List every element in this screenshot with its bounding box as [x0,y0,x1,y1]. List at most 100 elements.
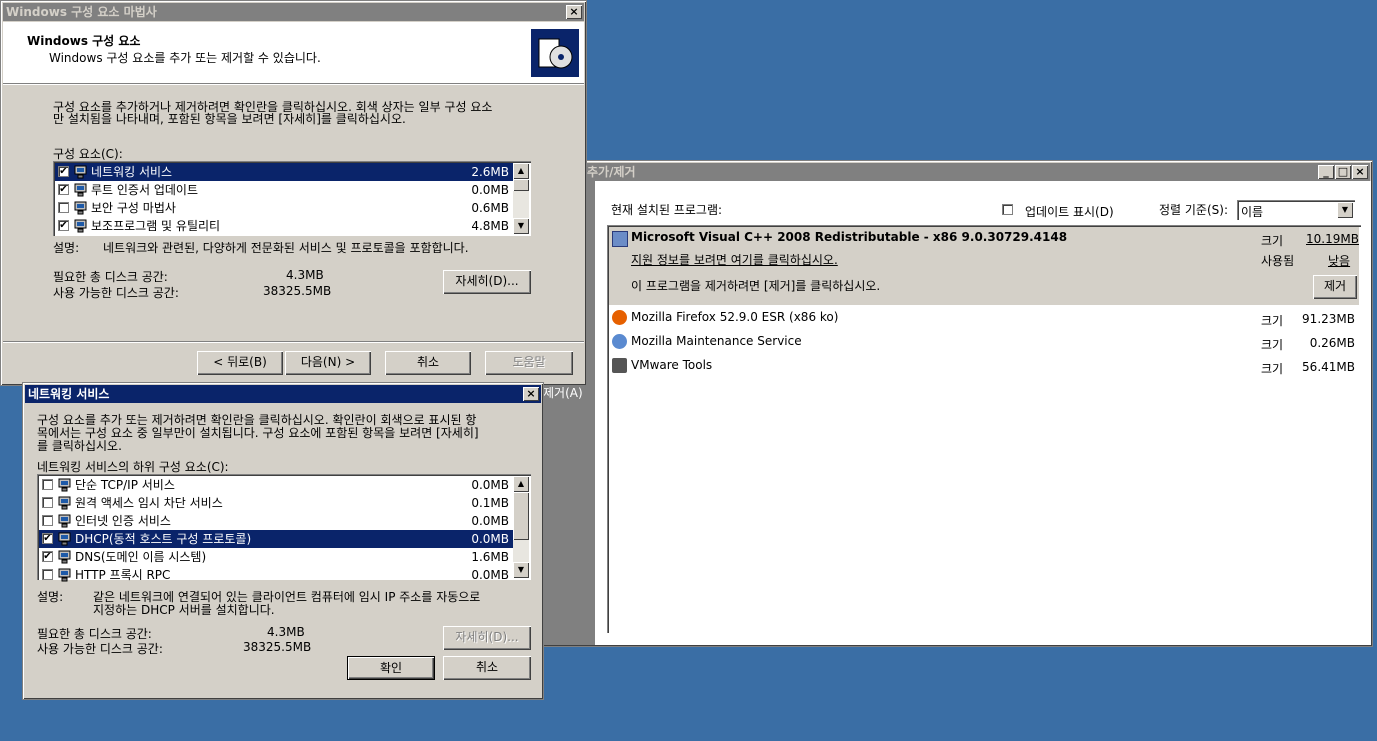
component-icon [73,201,88,215]
installed-programs-label: 현재 설치된 프로그램: [611,203,723,217]
network-computer-icon [57,568,72,582]
net-cancel-button[interactable]: 취소 [443,656,531,680]
net-subcomponents-list[interactable]: 단순 TCP/IP 서비스 0.0MB 원격 액세스 임시 차단 서비스 0.1MB 인… [37,474,531,582]
components-scrollbar[interactable]: ▲ ▼ [513,163,529,234]
list-item-name: 네트워킹 서비스 [91,165,173,179]
wizard-details-button[interactable]: 자세히(D)... [443,270,531,294]
net-desc-2: 지정하는 DHCP 서버를 설치합니다. [93,603,275,617]
wizard-header-divider [3,83,584,85]
component-checkbox[interactable]: ✔ [58,220,69,231]
close-button[interactable]: × [1352,165,1368,179]
list-item[interactable]: HTTP 프록시 RPC 0.0MB [39,566,513,584]
program-installer-icon [612,231,628,247]
net-scroll-up-arrow[interactable]: ▲ [513,476,529,492]
networking-services-dialog: 네트워킹 서비스 × 구성 요소를 추가 또는 제거하려면 확인란을 클릭하십시… [22,382,544,700]
component-icon [73,165,88,179]
component-icon [73,219,88,233]
program-size-label: 크기 [1261,338,1284,352]
component-checkbox[interactable]: ✔ [42,533,53,544]
list-item-size: 1.6MB [471,550,509,564]
network-computer-icon [57,514,72,528]
program-name: Mozilla Maintenance Service [631,334,802,348]
component-checkbox[interactable] [58,202,69,213]
list-item-name: 루트 인증서 업데이트 [91,183,198,197]
net-dialog-title: 네트워킹 서비스 [28,387,110,401]
remove-programs-nav-label[interactable]: 제거(A) [543,384,583,401]
component-checkbox[interactable]: ✔ [58,166,69,177]
components-label: 구성 요소(C): [53,147,123,161]
list-item[interactable]: ✔ DNS(도메인 이름 시스템) 1.6MB [39,548,513,566]
list-item-name: 원격 액세스 임시 차단 서비스 [75,496,223,510]
net-list-scrollbar[interactable]: ▲ ▼ [513,476,529,578]
program-row[interactable]: Mozilla Firefox 52.9.0 ESR (x86 ko) 크기 91.… [609,307,1359,331]
wizard-close-button[interactable]: × [566,5,582,19]
remove-button[interactable]: 제거 [1313,275,1357,299]
scroll-up-arrow[interactable]: ▲ [513,163,529,179]
list-item[interactable]: ✔ 루트 인증서 업데이트 0.0MB [55,181,513,199]
component-checkbox[interactable] [42,515,53,526]
component-checkbox[interactable]: ✔ [42,551,53,562]
wizard-cancel-button[interactable]: 취소 [385,351,471,375]
net-dialog-close-button[interactable]: × [523,387,539,401]
list-item-size: 0.0MB [471,568,509,582]
components-list[interactable]: ✔ 네트워킹 서비스 2.6MB ✔ 루트 인증서 업데이트 0.0MB 보안 구성 마법사… [53,161,531,236]
list-item[interactable]: 인터넷 인증 서비스 0.0MB [39,512,513,530]
components-wizard-window: Windows 구성 요소 마법사 × Windows 구성 요소 Window… [0,0,587,386]
list-item[interactable]: 보안 구성 마법사 0.6MB [55,199,513,217]
net-scroll-thumb[interactable] [513,492,529,540]
support-info-link[interactable]: 지원 정보를 보려면 여기를 클릭하십시오. [631,251,838,268]
sort-by-select[interactable]: 이름 ▼ [1237,200,1355,220]
minimize-button[interactable]: _ [1318,165,1334,179]
wizard-header: Windows 구성 요소 Windows 구성 요소를 추가 또는 제거할 수… [3,22,584,83]
net-details-button[interactable]: 자세히(D)... [443,626,531,650]
list-item[interactable]: 단순 TCP/IP 서비스 0.0MB [39,476,513,494]
wizard-req-label: 필요한 총 디스크 공간: [53,270,168,284]
help-button[interactable]: 도움말 [485,351,573,375]
scroll-thumb[interactable] [513,179,529,191]
list-item[interactable]: ✔ 보조프로그램 및 유틸리티 4.8MB [55,217,513,235]
list-item-size: 4.8MB [471,219,509,233]
selected-program-row[interactable]: Microsoft Visual C++ 2008 Redistributabl… [609,227,1359,305]
scroll-down-arrow[interactable]: ▼ [513,218,529,234]
list-item-size: 0.0MB [471,514,509,528]
list-item-name: 보조프로그램 및 유틸리티 [91,219,221,233]
list-item-name: 인터넷 인증 서비스 [75,514,171,528]
next-button[interactable]: 다음(N) > [285,351,371,375]
component-checkbox[interactable] [42,497,53,508]
program-list[interactable]: Microsoft Visual C++ 2008 Redistributabl… [607,225,1361,633]
net-dialog-titlebar[interactable]: 네트워킹 서비스 [25,385,541,403]
maximize-button[interactable]: □ [1335,165,1351,179]
program-row[interactable]: Mozilla Maintenance Service 크기 0.26MB [609,331,1359,355]
program-row[interactable]: VMware Tools 크기 56.41MB [609,355,1359,379]
selected-program-size: 10.19MB [1306,232,1359,246]
program-name: VMware Tools [631,358,713,372]
net-avail-value: 38325.5MB [243,640,312,654]
list-item-size: 0.0MB [471,478,509,492]
wizard-titlebar[interactable]: Windows 구성 요소 마법사 [3,3,584,21]
selected-program-name: Microsoft Visual C++ 2008 Redistributabl… [631,230,1068,244]
wizard-header-subtitle: Windows 구성 요소를 추가 또는 제거할 수 있습니다. [49,51,321,65]
list-item-name: 보안 구성 마법사 [91,201,176,215]
list-item-size: 0.1MB [471,496,509,510]
list-item[interactable]: 원격 액세스 임시 차단 서비스 0.1MB [39,494,513,512]
network-computer-icon [57,532,72,546]
program-name: Mozilla Firefox 52.9.0 ESR (x86 ko) [631,310,839,324]
program-size: 91.23MB [1302,312,1355,326]
net-scroll-down-arrow[interactable]: ▼ [513,562,529,578]
program-size: 56.41MB [1302,360,1355,374]
back-button[interactable]: < 뒤로(B) [197,351,283,375]
list-item[interactable]: ✔ 네트워킹 서비스 2.6MB [55,163,513,181]
show-updates-label[interactable]: 업데이트 표시(D) [1025,203,1114,220]
component-checkbox[interactable] [42,569,53,580]
chevron-down-icon[interactable]: ▼ [1337,202,1353,218]
arp-titlebar[interactable]: 추가/제거 [543,163,1370,181]
component-checkbox[interactable]: ✔ [58,184,69,195]
list-item-size: 0.0MB [471,183,509,197]
component-checkbox[interactable] [42,479,53,490]
ok-button[interactable]: 확인 [347,656,435,680]
list-item[interactable]: ✔ DHCP(동적 호스트 구성 프로토콜) 0.0MB [39,530,513,548]
used-value[interactable]: 낮음 [1328,252,1350,269]
net-avail-label: 사용 가능한 디스크 공간: [37,642,163,656]
show-updates-checkbox[interactable] [1002,204,1013,215]
net-desc-label: 설명: [37,590,64,604]
